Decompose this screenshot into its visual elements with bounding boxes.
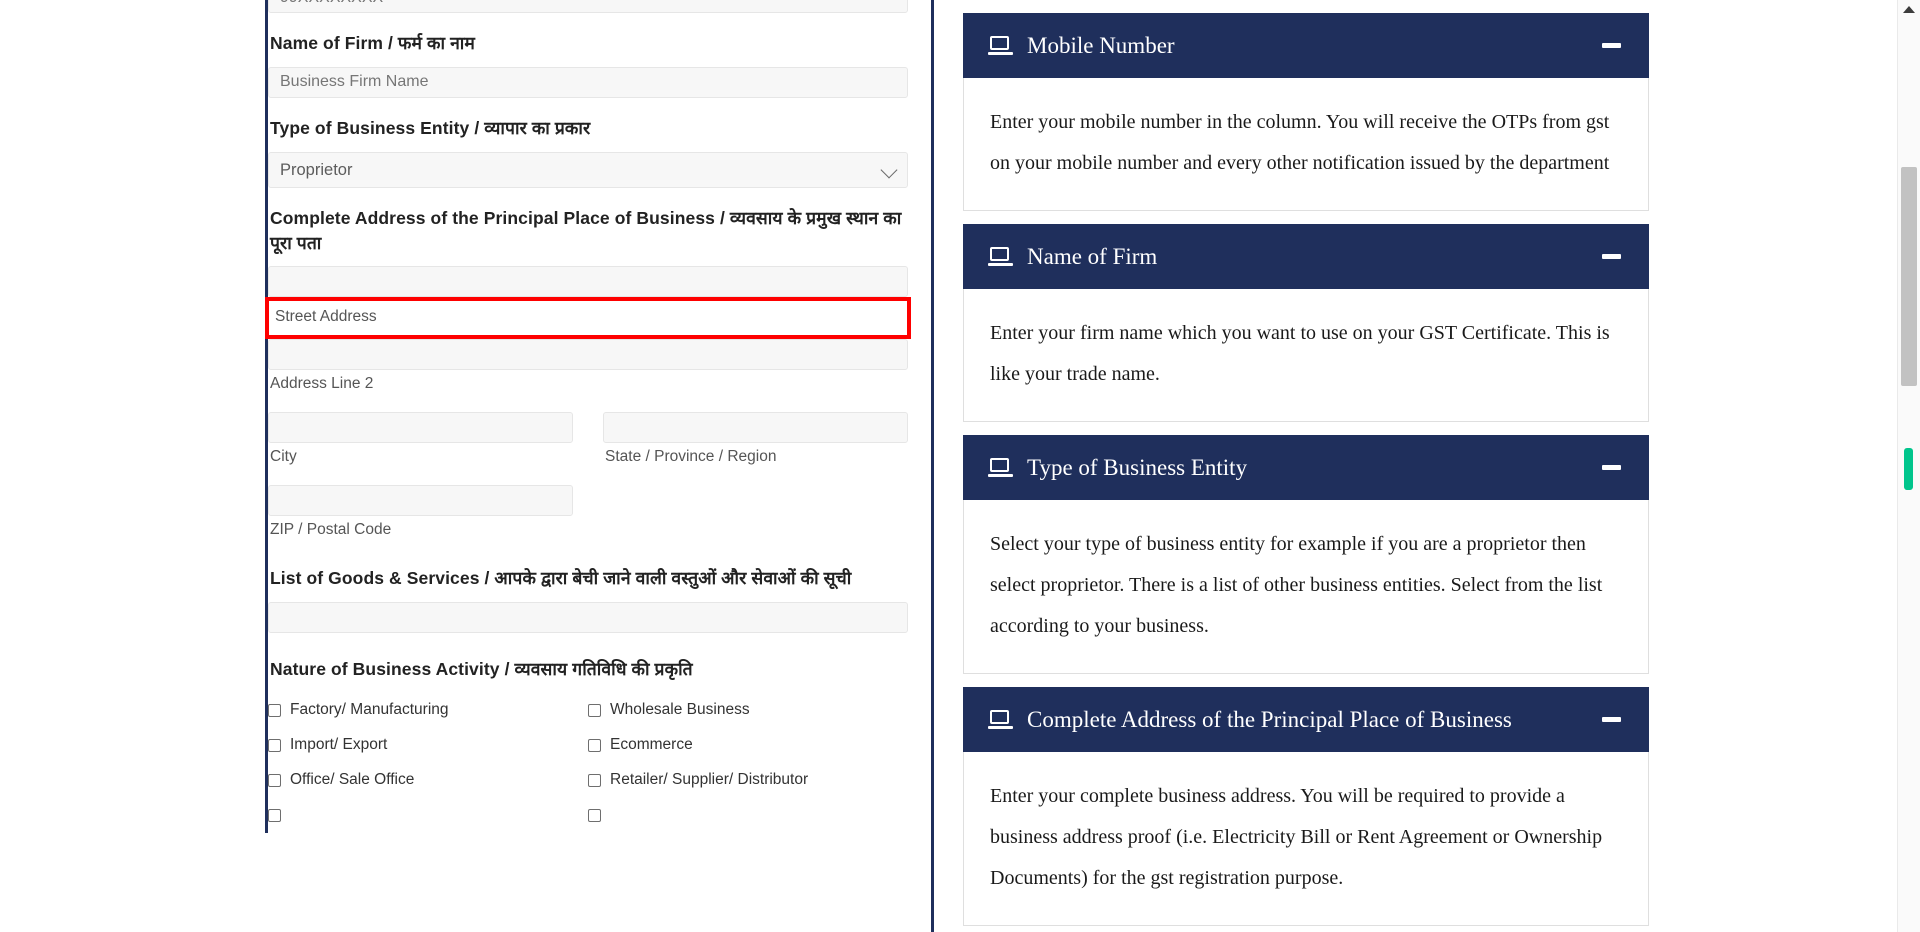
checkbox-label: Office/ Sale Office	[290, 771, 415, 789]
help-panel-text: Enter your complete business address. Yo…	[990, 785, 1603, 889]
minus-icon[interactable]	[1602, 43, 1621, 48]
help-panel-title: Type of Business Entity	[1027, 454, 1248, 480]
firm-name-input[interactable]	[268, 66, 908, 98]
city-field-group: City	[268, 411, 573, 467]
find-match-marker	[1904, 448, 1913, 490]
checkbox-office-sale-office[interactable]: Office/ Sale Office	[268, 763, 588, 798]
help-panel-body: Select your type of business entity for …	[963, 500, 1649, 674]
state-field-group: State / Province / Region	[603, 411, 908, 467]
laptop-icon	[988, 36, 1013, 55]
help-panel-text: Enter your firm name which you want to u…	[990, 322, 1610, 385]
checkbox-icon[interactable]	[268, 808, 281, 822]
checkbox-icon[interactable]	[588, 773, 601, 787]
help-panel-body: Enter your mobile number in the column. …	[963, 78, 1649, 211]
checkbox-extra-left[interactable]	[268, 798, 588, 833]
checkbox-icon[interactable]	[268, 703, 281, 717]
help-panel-type-of-business-entity: Type of Business Entity Select your type…	[963, 435, 1649, 674]
laptop-icon	[988, 710, 1013, 729]
nature-of-activity-label: Nature of Business Activity / व्यवसाय गत…	[270, 658, 693, 679]
checkbox-factory-manufacturing[interactable]: Factory/ Manufacturing	[268, 693, 588, 728]
laptop-icon	[988, 247, 1013, 266]
help-panel-header[interactable]: Mobile Number	[963, 13, 1649, 78]
checkbox-extra-right[interactable]	[588, 798, 908, 833]
checkbox-icon[interactable]	[588, 808, 601, 822]
zip-input[interactable]	[268, 484, 573, 516]
goods-services-input[interactable]	[268, 601, 908, 633]
city-input[interactable]	[268, 411, 573, 443]
help-panel-column: Mobile Number Enter your mobile number i…	[963, 0, 1649, 932]
help-panel-title: Complete Address of the Principal Place …	[1027, 706, 1512, 732]
checkbox-icon[interactable]	[268, 738, 281, 752]
help-panel-header[interactable]: Name of Firm	[963, 224, 1649, 289]
checkbox-wholesale-business[interactable]: Wholesale Business	[588, 693, 908, 728]
zip-field-group: ZIP / Postal Code	[268, 484, 573, 540]
checkbox-retailer-supplier-distributor[interactable]: Retailer/ Supplier/ Distributor	[588, 763, 908, 798]
help-panel-name-of-firm: Name of Firm Enter your firm name which …	[963, 224, 1649, 422]
page-root: Name of Firm / फर्म का नाम Type of Busin…	[0, 0, 1920, 932]
street-address-sub-label: Street Address	[275, 308, 377, 326]
help-panel-title: Name of Firm	[1027, 243, 1158, 269]
checkbox-label: Wholesale Business	[610, 701, 750, 719]
vertical-scrollbar[interactable]	[1897, 0, 1920, 932]
gstin-input[interactable]	[268, 0, 908, 13]
checkbox-ecommerce[interactable]: Ecommerce	[588, 728, 908, 763]
help-panel-title: Mobile Number	[1027, 32, 1175, 58]
name-of-firm-label: Name of Firm / फर्म का नाम	[270, 33, 475, 53]
address-line-2-input[interactable]	[268, 338, 908, 370]
minus-icon[interactable]	[1602, 254, 1621, 259]
laptop-icon	[988, 458, 1013, 477]
complete-address-label: Complete Address of the Principal Place …	[270, 207, 902, 253]
scroll-up-arrow-icon[interactable]	[1903, 6, 1915, 13]
checkbox-label: Factory/ Manufacturing	[290, 701, 449, 719]
business-entity-select[interactable]: Proprietor	[268, 151, 908, 188]
help-panel-mobile-number: Mobile Number Enter your mobile number i…	[963, 13, 1649, 211]
help-panel-body: Enter your firm name which you want to u…	[963, 289, 1649, 422]
street-address-input[interactable]	[268, 266, 908, 298]
address-line-2-sub-label: Address Line 2	[270, 374, 374, 392]
checkbox-icon[interactable]	[268, 773, 281, 787]
nature-of-activity-checkbox-grid: Factory/ Manufacturing Wholesale Busines…	[268, 693, 908, 833]
help-panel-header[interactable]: Type of Business Entity	[963, 435, 1649, 500]
help-panel-body: Enter your complete business address. Yo…	[963, 752, 1649, 926]
column-divider	[931, 0, 934, 932]
state-input[interactable]	[603, 411, 908, 443]
minus-icon[interactable]	[1602, 465, 1621, 470]
help-panel-text: Enter your mobile number in the column. …	[990, 111, 1610, 174]
scrollbar-thumb[interactable]	[1901, 167, 1917, 386]
registration-form-column: Name of Firm / फर्म का नाम Type of Busin…	[265, 0, 913, 833]
checkbox-label: Retailer/ Supplier/ Distributor	[610, 771, 809, 789]
checkbox-icon[interactable]	[588, 738, 601, 752]
minus-icon[interactable]	[1602, 717, 1621, 722]
zip-sub-label: ZIP / Postal Code	[270, 520, 392, 538]
checkbox-label: Ecommerce	[610, 736, 693, 754]
checkbox-label: Import/ Export	[290, 736, 388, 754]
city-sub-label: City	[270, 447, 297, 465]
help-panel-header[interactable]: Complete Address of the Principal Place …	[963, 687, 1649, 752]
business-entity-label: Type of Business Entity / व्यापार का प्र…	[270, 117, 591, 138]
checkbox-icon[interactable]	[588, 703, 601, 717]
checkbox-import-export[interactable]: Import/ Export	[268, 728, 588, 763]
help-panel-text: Select your type of business entity for …	[990, 533, 1603, 637]
state-sub-label: State / Province / Region	[605, 447, 777, 465]
street-address-highlight-box: Street Address	[265, 297, 911, 339]
business-entity-selected-value: Proprietor	[268, 151, 908, 188]
goods-services-label: List of Goods & Services / आपके द्वारा ब…	[270, 567, 852, 588]
help-panel-complete-address: Complete Address of the Principal Place …	[963, 687, 1649, 926]
